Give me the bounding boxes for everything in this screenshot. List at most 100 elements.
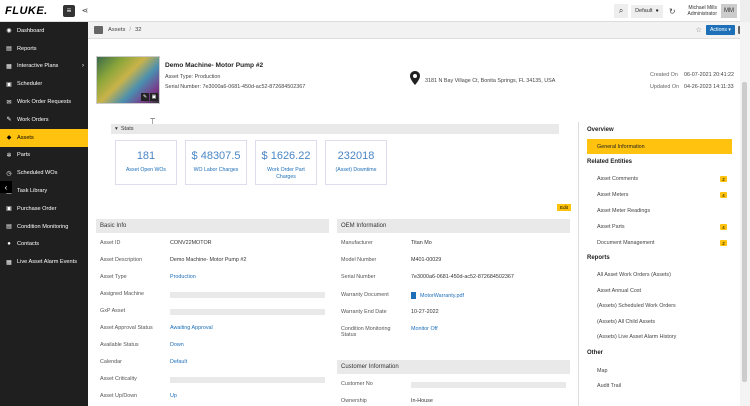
field-value[interactable]: MotorWarranty.pdf [411,291,464,299]
stat-label[interactable]: WO Labor Charges [186,167,246,174]
general-info-link[interactable]: General Information [587,139,732,154]
sidebar-item-parts[interactable]: ✲ Parts [0,147,88,165]
sidebar-item-purchase-order[interactable]: ▣ Purchase Order [0,200,88,218]
cart-icon: ▣ [6,206,12,213]
field-value[interactable] [170,308,325,315]
stats-header[interactable]: ▾ Stats [111,124,559,134]
field-label: Condition Monitoring Status [341,326,391,338]
report-link[interactable]: (Assets) All Child Assets [597,319,655,325]
asset-image[interactable]: ✎ ▣ [96,56,160,104]
stat-label[interactable]: (Asset) Downtime [326,167,386,174]
sidebar-item-label: Parts [17,152,31,159]
share-icon[interactable]: ⋖ [79,5,91,17]
stat-label[interactable]: Asset Open WOs [116,167,176,174]
oem-info-title: OEM Information [341,223,387,229]
field-value[interactable] [170,376,325,383]
report-link[interactable]: Asset Annual Cost [597,288,641,294]
field-label: Model Number [341,257,377,264]
field-label: Asset Type [100,274,127,280]
field-value[interactable]: Production [170,274,196,280]
related-entity-link[interactable]: Asset Meters [597,192,628,198]
sidebar-item-interactive-plans[interactable]: ▦ Interactive Plans › [0,58,88,76]
report-link[interactable]: (Assets) Scheduled Work Orders [597,303,676,309]
assets-icon [94,26,103,34]
sidebar-item-label: Scheduler [17,81,43,88]
site-selector[interactable]: Default ● [631,4,663,18]
calendar-icon: ◷ [6,170,12,177]
sidebar-item-live-asset-alarm-events[interactable]: ▦ Live Asset Alarm Events [0,253,88,271]
user-info[interactable]: Michael Mills Administrator [688,5,717,17]
camera-icon[interactable]: ▣ [150,93,158,101]
favorite-star-icon[interactable]: ☆ [696,26,702,34]
field-label: Assigned Machine [100,291,145,297]
site-selector-label: Default [635,8,653,14]
sidebar-item-label: Dashboard [17,27,45,34]
edit-button[interactable]: Edit [557,204,571,211]
page-scrollbar[interactable] [740,22,750,406]
other-link[interactable]: Audit Trail [597,383,621,389]
sidebar-item-scheduled-wos[interactable]: ◷ Scheduled WOs [0,164,88,182]
count-badge: 2 [720,240,727,246]
fluke-logo[interactable]: FLUKE. [5,5,57,17]
field-value[interactable]: Down [170,342,184,348]
sidebar-collapse-icon[interactable]: ‹ [0,181,12,193]
sidebar-item-reports[interactable]: ▤ Reports [0,40,88,58]
reports-icon: ▤ [6,46,12,53]
breadcrumb-assets[interactable]: Assets [108,27,125,33]
avatar[interactable]: MM [721,4,737,18]
field-value[interactable] [170,291,325,298]
edit-image-icon[interactable]: ✎ [141,93,149,101]
reports-title: Reports [587,255,610,261]
field-value[interactable]: Awaiting Approval [170,325,213,331]
other-link[interactable]: Map [597,368,608,374]
report-link[interactable]: (Assets) Live Asset Alarm History [597,334,676,340]
basic-info-title: Basic Info [100,223,127,229]
field-value: M401-00029 [411,257,442,264]
file-link[interactable]: MotorWarranty.pdf [420,293,464,299]
user-role: Administrator [687,11,717,17]
requests-icon: ✉ [6,99,12,106]
field-label: Warranty End Date [341,308,387,315]
stat-card[interactable]: 232018 (Asset) Downtime [325,140,387,185]
field-value[interactable]: Monitor Off [411,326,438,332]
field-label: Warranty Document [341,291,389,298]
field-value: 7e3000a6-0681-450d-ac52-872684502367 [411,274,514,281]
field-label: Available Status [100,342,139,348]
report-link[interactable]: All Asset Work Orders (Assets) [597,272,671,278]
field-value[interactable] [411,381,566,388]
breadcrumb: Assets / 32 ☆ Actions ▾ [88,22,750,39]
sidebar-item-assets[interactable]: ◆ Assets [0,128,88,147]
field-value: Demo Machine- Motor Pump #2 [170,257,247,263]
history-icon[interactable]: ↻ [669,7,676,16]
stat-card[interactable]: 181 Asset Open WOs [115,140,177,185]
sidebar-item-work-order-requests[interactable]: ✉ Work Order Requests [0,93,88,111]
sidebar-item-condition-monitoring[interactable]: ▤ Condition Monitoring [0,218,88,236]
sidebar-item-task-library[interactable]: ▤Task Library [0,182,88,200]
wrench-icon: ✎ [6,117,12,124]
scrollbar-thumb[interactable] [742,82,747,382]
stat-value: $ 48307.5 [191,150,241,162]
menu-icon[interactable]: ≡ [63,4,75,17]
related-entity-link[interactable]: Document Management [597,240,655,246]
stat-label[interactable]: Work Order Part Charges [256,167,316,181]
stat-card[interactable]: $ 48307.5 WO Labor Charges [185,140,247,185]
stat-value: 181 [136,150,156,162]
asset-serial-line: Serial Number: 7e3000a6-0681-450d-ac52-8… [165,84,306,90]
field-value[interactable]: Up [170,393,177,399]
field-value[interactable]: Default [170,359,187,365]
sidebar-item-work-orders[interactable]: ✎ Work Orders [0,111,88,129]
alarm-icon: ▦ [6,259,12,266]
stat-card[interactable]: $ 1626.22 Work Order Part Charges [255,140,317,185]
related-entity-link[interactable]: Asset Meter Readings [597,208,650,214]
related-entity-link[interactable]: Asset Comments [597,176,638,182]
field-label: Manufacturer [341,240,373,246]
field-label: GxP Asset [100,308,126,314]
stat-value: $ 1626.22 [261,150,311,162]
field-label: Asset Criticality [100,376,137,382]
actions-button[interactable]: Actions ▾ [705,25,735,35]
sidebar-item-scheduler[interactable]: ▣ Scheduler [0,75,88,93]
sidebar-item-contacts[interactable]: ● Contacts [0,236,88,254]
related-entity-link[interactable]: Asset Parts [597,224,625,230]
search-icon[interactable]: ⌕ [614,4,629,18]
sidebar-item-dashboard[interactable]: ◉ Dashboard [0,22,88,40]
